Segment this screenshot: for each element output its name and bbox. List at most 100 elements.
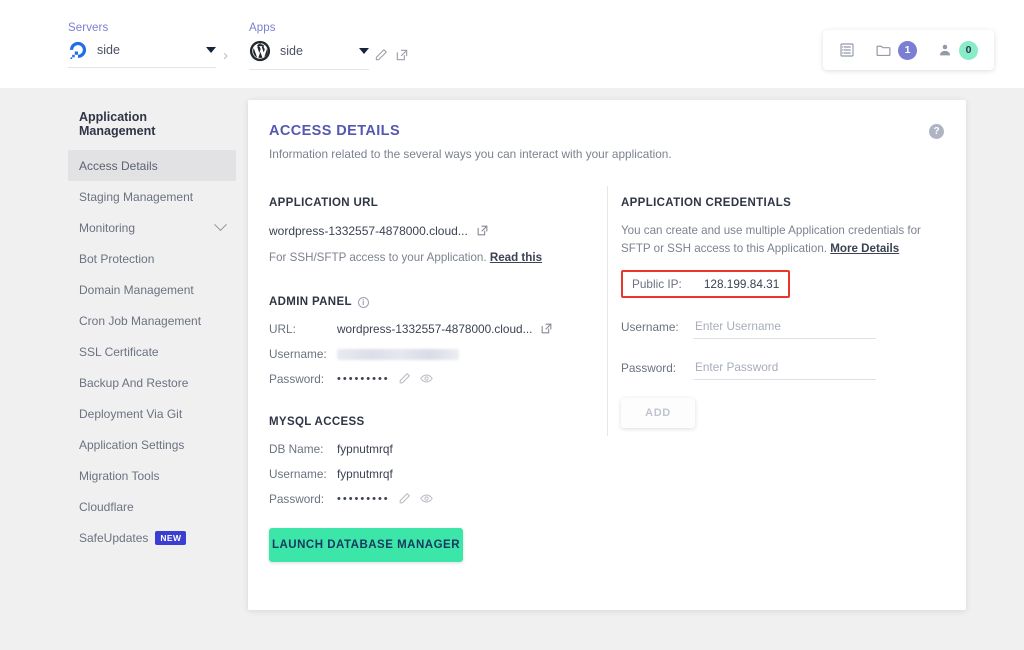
left-column: APPLICATION URL wordpress-1332557-487800… (269, 197, 599, 562)
credentials-username-row: Username: (621, 314, 951, 339)
chevron-down-icon[interactable] (206, 47, 216, 53)
sidebar-item-bot-protection[interactable]: Bot Protection (68, 243, 236, 274)
application-url-heading: APPLICATION URL (269, 197, 379, 209)
sidebar-item-label: SSL Certificate (79, 344, 159, 359)
mysql-password-row: Password: ••••••••• (269, 492, 599, 506)
redacted-username (337, 348, 459, 360)
mysql-db-name-row: DB Name: fypnutmrqf (269, 442, 599, 456)
sidebar-item-label: Cron Job Management (79, 313, 202, 328)
top-bar: Servers side › Apps side 1 0 (0, 0, 1024, 88)
more-details-link[interactable]: More Details (830, 242, 899, 255)
credentials-password-input[interactable] (693, 355, 876, 380)
sidebar-item-safeupdates[interactable]: SafeUpdates NEW (68, 522, 236, 553)
public-ip-value: 128.199.84.31 (703, 276, 780, 291)
sidebar-item-label: Access Details (79, 158, 158, 173)
sidebar-item-label: Domain Management (79, 282, 194, 297)
breadcrumb-servers[interactable]: Servers side (68, 22, 216, 68)
admin-panel-username-label: Username: (269, 347, 327, 361)
sidebar-item-label: Cloudflare (79, 499, 134, 514)
top-right-tool-pill: 1 0 (823, 30, 994, 70)
launch-database-manager-button[interactable]: LAUNCH DATABASE MANAGER (269, 528, 463, 562)
add-credential-button[interactable]: ADD (621, 397, 695, 428)
apps-selector[interactable]: side (249, 40, 369, 70)
page-title: ACCESS DETAILS (269, 123, 401, 139)
servers-label: Servers (68, 22, 109, 34)
mysql-access-heading: MYSQL ACCESS (269, 416, 365, 428)
credentials-password-label: Password: (621, 360, 677, 375)
sidebar-item-domain-management[interactable]: Domain Management (68, 274, 236, 305)
mysql-db-name-label: DB Name: (269, 442, 324, 456)
sidebar-item-label: Deployment Via Git (79, 406, 183, 421)
breadcrumb-apps[interactable]: Apps side (249, 22, 369, 70)
admin-panel-url-row: URL: wordpress-1332557-4878000.cloud... (269, 322, 599, 336)
mysql-username-row: Username: fypnutmrqf (269, 467, 599, 481)
help-icon[interactable]: ? (929, 124, 944, 139)
sidebar-item-access-details[interactable]: Access Details (68, 150, 236, 181)
team-count-badge: 0 (959, 40, 978, 60)
servers-selector[interactable]: side (68, 40, 216, 68)
app-name: side (280, 44, 303, 58)
right-column: APPLICATION CREDENTIALS You can create a… (621, 197, 951, 428)
admin-panel-password-value: ••••••••• (337, 373, 390, 385)
team-members-button[interactable]: 0 (937, 40, 978, 60)
edit-icon[interactable] (398, 492, 412, 506)
admin-panel-password-row: Password: ••••••••• (269, 372, 599, 386)
application-url-row[interactable]: wordpress-1332557-4878000.cloud... (269, 224, 599, 238)
show-password-eye-icon[interactable] (419, 372, 434, 386)
sidebar-item-monitoring[interactable]: Monitoring (68, 212, 236, 243)
ssh-sftp-note: For SSH/SFTP access to your Application.… (269, 251, 599, 264)
open-app-external-link-icon[interactable] (395, 48, 409, 62)
sidebar-item-label: SafeUpdates (79, 530, 149, 545)
credentials-username-label: Username: (621, 319, 679, 334)
mysql-password-label: Password: (269, 492, 325, 506)
mysql-username-label: Username: (269, 467, 327, 481)
info-icon[interactable]: i (357, 296, 369, 308)
activity-log-button[interactable] (839, 42, 855, 58)
mysql-password-value: ••••••••• (337, 493, 390, 505)
sidebar-item-migration-tools[interactable]: Migration Tools (68, 460, 236, 491)
sidebar: Application Management Access Details St… (68, 110, 236, 553)
sidebar-item-label: Monitoring (79, 220, 136, 235)
sidebar-item-staging-management[interactable]: Staging Management (68, 181, 236, 212)
sidebar-item-cloudflare[interactable]: Cloudflare (68, 491, 236, 522)
breadcrumb-separator: › (223, 47, 228, 64)
sidebar-item-label: Application Settings (79, 437, 185, 452)
sidebar-item-deployment-via-git[interactable]: Deployment Via Git (68, 398, 236, 429)
wordpress-logo-icon (249, 40, 271, 62)
show-password-eye-icon[interactable] (419, 492, 434, 506)
admin-panel-password-label: Password: (269, 372, 325, 386)
admin-panel-url-label: URL: (269, 322, 296, 336)
page-subtitle: Information related to the several ways … (269, 147, 672, 161)
digitalocean-logo-icon (68, 40, 88, 60)
sidebar-item-ssl-certificate[interactable]: SSL Certificate (68, 336, 236, 367)
external-link-icon[interactable] (540, 322, 554, 336)
chevron-down-icon[interactable] (359, 48, 369, 54)
sidebar-item-application-settings[interactable]: Application Settings (68, 429, 236, 460)
sidebar-item-backup-and-restore[interactable]: Backup And Restore (68, 367, 236, 398)
projects-button[interactable]: 1 (875, 40, 917, 60)
admin-panel-url-value: wordpress-1332557-4878000.cloud... (337, 322, 533, 336)
credentials-password-row: Password: (621, 355, 951, 380)
mysql-db-name-value: fypnutmrqf (337, 442, 393, 456)
sidebar-item-cron-job-management[interactable]: Cron Job Management (68, 305, 236, 336)
sidebar-item-label: Staging Management (79, 189, 194, 204)
ssh-sftp-note-text: For SSH/SFTP access to your Application. (269, 251, 487, 264)
column-divider (607, 186, 608, 436)
application-credentials-heading: APPLICATION CREDENTIALS (621, 197, 792, 209)
sidebar-item-label: Bot Protection (79, 251, 155, 266)
edit-app-icon[interactable] (374, 48, 388, 62)
external-link-icon[interactable] (476, 224, 490, 238)
mysql-username-value: fypnutmrqf (337, 467, 393, 481)
new-badge: NEW (155, 530, 187, 545)
public-ip-highlight-box: Public IP: 128.199.84.31 (621, 269, 791, 298)
projects-count-badge: 1 (898, 40, 917, 60)
sidebar-item-label: Backup And Restore (79, 375, 189, 390)
app-root: Servers side › Apps side 1 0 Application… (0, 0, 1024, 650)
credentials-username-input[interactable] (693, 314, 876, 339)
application-credentials-description: You can create and use multiple Applicat… (621, 222, 951, 258)
edit-icon[interactable] (398, 372, 412, 386)
read-this-link[interactable]: Read this (490, 251, 542, 264)
access-details-card: ACCESS DETAILS Information related to th… (248, 100, 966, 610)
chevron-down-icon[interactable] (214, 218, 227, 232)
sidebar-title: Application Management (79, 110, 156, 138)
